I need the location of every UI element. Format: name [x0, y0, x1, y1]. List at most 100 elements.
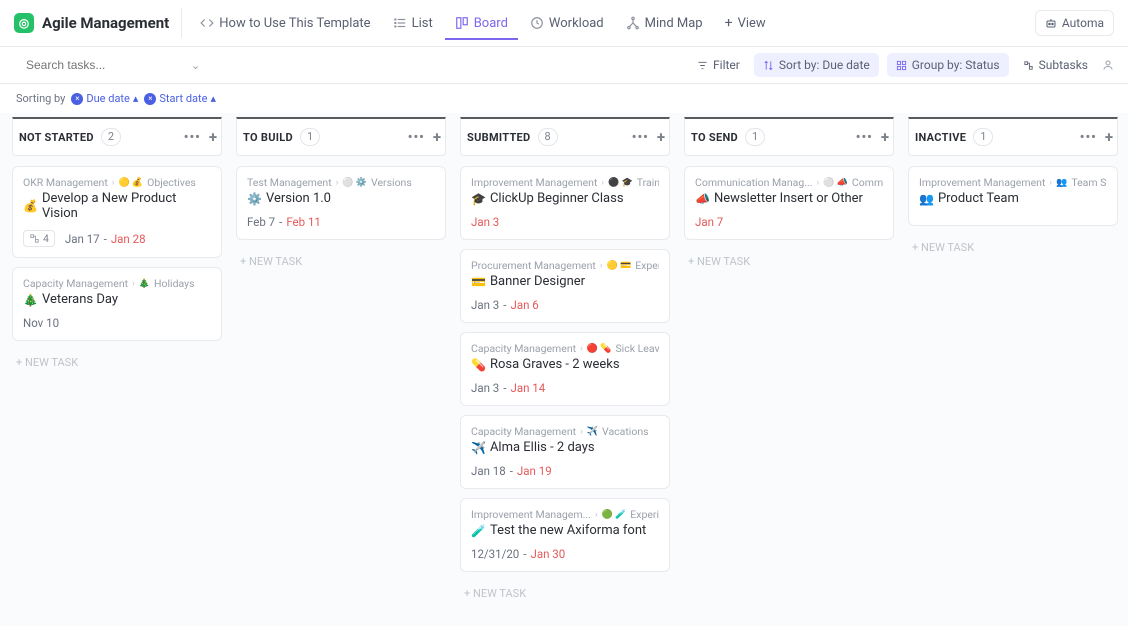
column-count: 1 — [973, 128, 993, 146]
start-date: Jan 3 — [471, 381, 499, 395]
card[interactable]: Improvement Management›⚫ 🎓Trainings🎓Clic… — [460, 166, 670, 240]
add-card-icon[interactable]: + — [209, 128, 217, 146]
search-input[interactable] — [26, 58, 181, 72]
automations-button[interactable]: Automa — [1035, 10, 1114, 36]
card[interactable]: Capacity Management›🔴 💊Sick Leave💊Rosa G… — [460, 332, 670, 406]
tab-board[interactable]: Board — [445, 9, 518, 40]
card-breadcrumb: Improvement Management›⚫ 🎓Trainings — [471, 176, 659, 189]
card-title: ⚙️Version 1.0 — [247, 191, 435, 206]
tab-list[interactable]: List — [383, 9, 443, 38]
crumb-icons: 🟡 💰 — [118, 178, 143, 188]
column-header[interactable]: SUBMITTED8•••+ — [460, 117, 670, 156]
filter-button[interactable]: Filter — [691, 54, 746, 76]
card-title: 👥Product Team — [919, 191, 1107, 206]
card[interactable]: Improvement Management›👥Team Status👥Prod… — [908, 166, 1118, 226]
mindmap-icon — [626, 16, 640, 30]
remove-sort-icon[interactable]: × — [71, 93, 83, 105]
new-task-button[interactable]: + NEW TASK — [12, 350, 222, 375]
card-title: ✈️Alma Ellis - 2 days — [471, 440, 659, 455]
start-date: 12/31/20 — [471, 547, 519, 561]
sort-chip-duedate[interactable]: × Due date ▴ — [71, 92, 138, 105]
view-tabs: How to Use This Template List Board Work… — [181, 8, 775, 38]
chevron-right-icon: › — [132, 279, 135, 289]
new-task-button[interactable]: + NEW TASK — [908, 235, 1118, 260]
card[interactable]: Communication Manag...›⚪ 📣Communica... 📣N… — [684, 166, 894, 240]
arrow-up-icon: ▴ — [133, 92, 139, 105]
column-count: 1 — [300, 128, 320, 146]
crumb-icons: ⚫ 🎓 — [608, 178, 633, 188]
card-dates: Jan 3-Jan 6 — [471, 298, 659, 312]
plus-icon: + — [725, 15, 733, 31]
card-breadcrumb: Procurement Management›🟡 💳Expenses — [471, 259, 659, 272]
card-dates: 12/31/20-Jan 30 — [471, 547, 659, 561]
group-icon — [896, 60, 907, 71]
tab-workload[interactable]: Workload — [520, 9, 614, 38]
search-wrap: ⌄ — [14, 54, 174, 76]
column-header[interactable]: NOT STARTED2•••+ — [12, 117, 222, 156]
crumb-icons: 🎄 — [139, 279, 150, 289]
chevron-down-icon[interactable]: ⌄ — [191, 59, 200, 72]
toolbar: ⌄ Filter Sort by: Due date Group by: Sta… — [0, 47, 1128, 84]
column-menu-icon[interactable]: ••• — [1080, 130, 1097, 145]
column-menu-icon[interactable]: ••• — [408, 130, 425, 145]
card-breadcrumb: Improvement Managem...›🟢 🧪Experime... — [471, 508, 659, 521]
column-header[interactable]: INACTIVE1•••+ — [908, 117, 1118, 156]
remove-sort-icon[interactable]: × — [144, 93, 156, 105]
sorting-label: Sorting by — [16, 92, 65, 105]
add-view[interactable]: + View — [715, 8, 776, 38]
sortby-button[interactable]: Sort by: Due date — [754, 53, 879, 77]
new-task-button[interactable]: + NEW TASK — [684, 249, 894, 274]
column-header[interactable]: TO BUILD 1 ••• + — [236, 117, 446, 156]
sorting-bar: Sorting by × Due date ▴ × Start date ▴ — [0, 84, 1128, 113]
arrow-up-icon: ▴ — [210, 92, 216, 105]
column-header[interactable]: TO SEND1•••+ — [684, 117, 894, 156]
person-icon[interactable] — [1102, 59, 1114, 71]
chevron-right-icon: › — [336, 178, 339, 188]
card[interactable]: Procurement Management›🟡 💳Expenses💳Banne… — [460, 249, 670, 323]
title-icon: 🎓 — [471, 192, 486, 206]
card-breadcrumb: Communication Manag...›⚪ 📣Communica... — [695, 176, 883, 189]
card-title: 📣Newsletter Insert or Other — [695, 191, 883, 206]
add-card-icon[interactable]: + — [881, 128, 889, 146]
subtask-count[interactable]: 4 — [23, 230, 55, 247]
card[interactable]: Capacity Management›🎄Holidays🎄Veterans D… — [12, 267, 222, 341]
column-title: TO BUILD — [243, 131, 293, 144]
add-card-icon[interactable]: + — [433, 128, 441, 146]
add-card-icon[interactable]: + — [1105, 128, 1113, 146]
tab-mindmap[interactable]: Mind Map — [616, 9, 713, 38]
column-count: 1 — [745, 128, 765, 146]
add-card-icon[interactable]: + — [657, 128, 665, 146]
subtask-icon — [29, 233, 40, 244]
card[interactable]: Capacity Management›✈️Vacations✈️Alma El… — [460, 415, 670, 489]
sort-icon — [763, 60, 774, 71]
tab-howto[interactable]: How to Use This Template — [190, 9, 380, 38]
subtasks-button[interactable]: Subtasks — [1017, 54, 1094, 76]
workspace-name: Agile Management — [42, 14, 169, 32]
due-date: Jan 19 — [517, 464, 552, 478]
column-menu-icon[interactable]: ••• — [632, 130, 649, 145]
column-menu-icon[interactable]: ••• — [856, 130, 873, 145]
column: INACTIVE1•••+Improvement Management›👥Tea… — [908, 117, 1118, 260]
sort-chip-startdate[interactable]: × Start date ▴ — [144, 92, 216, 105]
card[interactable]: Improvement Managem...›🟢 🧪Experime...🧪Te… — [460, 498, 670, 572]
title-icon: 👥 — [919, 192, 934, 206]
column: TO SEND1•••+Communication Manag...›⚪ 📣Co… — [684, 117, 894, 274]
new-task-button[interactable]: + NEW TASK — [236, 249, 446, 274]
card-breadcrumb: Test Management›⚪ ⚙️Versions — [247, 176, 435, 189]
groupby-button[interactable]: Group by: Status — [887, 53, 1009, 77]
card-dates: Jan 18-Jan 19 — [471, 464, 659, 478]
card[interactable]: Test Management›⚪ ⚙️Versions ⚙️Version 1.… — [236, 166, 446, 240]
start-date: Feb 7 — [247, 215, 275, 229]
start-date: Jan 17 — [65, 232, 100, 246]
new-task-button[interactable]: + NEW TASK — [460, 581, 670, 606]
card-breadcrumb: Capacity Management›🔴 💊Sick Leave — [471, 342, 659, 355]
card-dates: Jan 3-Jan 14 — [471, 381, 659, 395]
card[interactable]: OKR Management›🟡 💰Objectives💰Develop a N… — [12, 166, 222, 258]
title-icon: 🧪 — [471, 524, 486, 538]
crumb-icons: 🟢 🧪 — [602, 510, 627, 520]
column-menu-icon[interactable]: ••• — [184, 130, 201, 145]
robot-icon — [1045, 17, 1057, 29]
card-dates: Feb 7-Feb 11 — [247, 215, 435, 229]
crumb-icons: 🟡 💳 — [607, 261, 632, 271]
workspace-title[interactable]: ◎ Agile Management — [14, 13, 169, 33]
